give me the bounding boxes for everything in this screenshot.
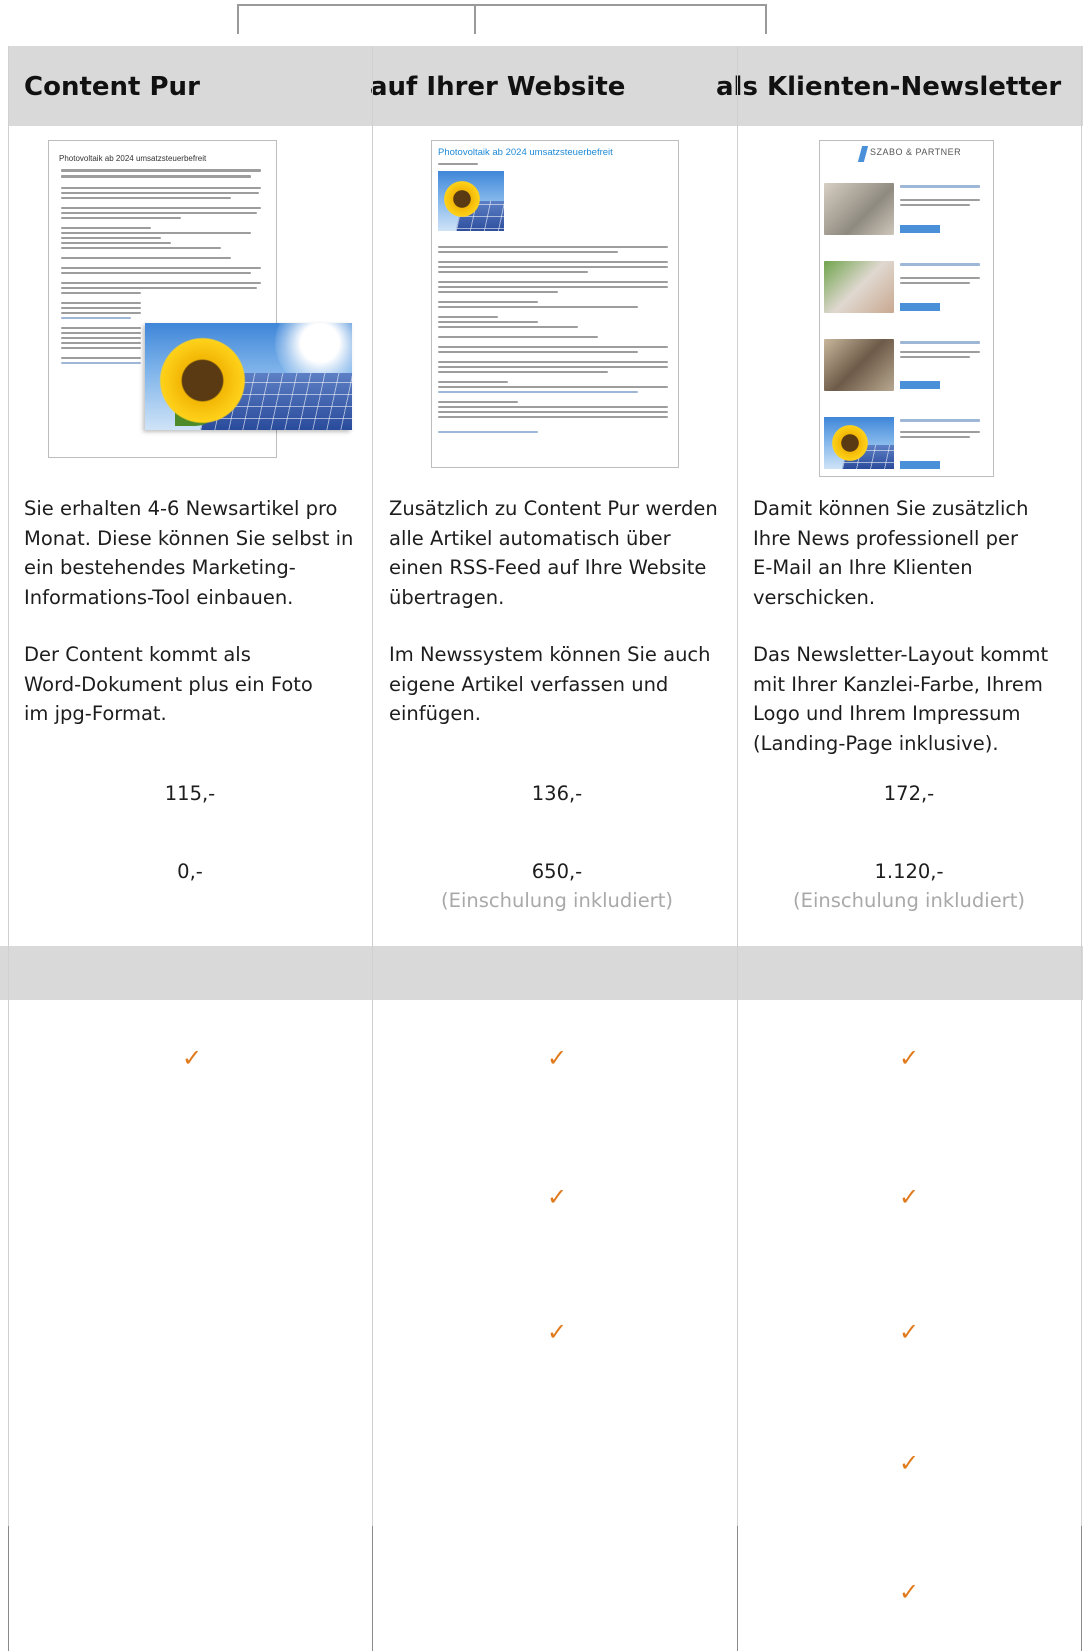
check-icon: ✓ (898, 1449, 920, 1477)
connector-top (237, 4, 767, 6)
column-title-website: auf Ihrer Website (370, 72, 626, 102)
brand-logo: SZABO & PARTNER (870, 147, 962, 157)
monthly-price: 115,- (164, 782, 216, 805)
description-line: mit Ihrer Kanzlei-Farbe, Ihrem (753, 672, 1043, 696)
monthly-price: 136,- (531, 782, 583, 805)
connector-left (237, 4, 239, 34)
description-line: Ihre News professionell per (753, 526, 1018, 550)
description-line: Sie erhalten 4-6 Newsartikel pro (24, 497, 338, 520)
check-icon: ✓ (546, 1183, 568, 1211)
website-preview: Photovoltaik ab 2024 umsatzsteuerbefreit (431, 140, 679, 468)
description-content-pur: Sie erhalten 4-6 Newsartikel pro Monat. … (24, 494, 354, 612)
description-line: verschicken. (753, 585, 876, 609)
connector-mid (474, 4, 476, 34)
connector-right (765, 4, 767, 34)
description-line: Der Content kommt als (24, 643, 251, 666)
description-line: Das Newsletter-Layout kommt (753, 643, 1049, 666)
setup-note: (Einschulung inkludiert) (793, 889, 1025, 912)
setup-price: 1.120,- (874, 860, 944, 883)
check-icon: ✓ (181, 1044, 203, 1072)
description-line: Word-Dokument plus ein Foto (24, 672, 313, 696)
description-line: eigene Artikel verfassen und (389, 672, 669, 696)
sunflower-solar-photo (145, 323, 352, 430)
description-line: Damit können Sie zusätzlich (753, 497, 1029, 520)
description-line: ein bestehendes Marketing- (24, 556, 296, 579)
check-icon: ✓ (898, 1578, 920, 1606)
check-icon: ✓ (546, 1318, 568, 1346)
preview-title: Photovoltaik ab 2024 umsatzsteuerbefreit (438, 147, 613, 158)
description-line: Informations-Tool einbauen. (24, 585, 294, 609)
description-line: einfügen. (389, 702, 481, 725)
description-line: Zusätzlich zu Content Pur werden (389, 497, 718, 520)
column-title-newsletter: als Klienten-Newsletter (716, 72, 1062, 102)
description-line: Logo und Ihrem Impressum (753, 702, 1021, 725)
column-divider-lower (8, 1526, 9, 1651)
description-line: (Landing-Page inklusive). (753, 731, 999, 755)
preview-title: Photovoltaik ab 2024 umsatzsteuerbefreit (59, 154, 207, 163)
description-line: E-Mail an Ihre Klienten (753, 556, 973, 579)
column-divider-lower (1081, 1526, 1082, 1651)
column-divider-lower (372, 1526, 373, 1651)
setup-price: 650,- (531, 860, 583, 883)
check-icon: ✓ (898, 1044, 920, 1072)
setup-price: 0,- (177, 860, 203, 883)
column-divider (1081, 46, 1082, 1526)
description-line: übertragen. (389, 585, 505, 609)
column-divider (372, 46, 373, 1526)
check-icon: ✓ (898, 1318, 920, 1346)
description-line: alle Artikel automatisch über (389, 526, 671, 550)
description-newsletter: Damit können Sie zusätzlich Ihre News pr… (753, 494, 1083, 612)
description-line: Im Newssystem können Sie auch (389, 643, 711, 666)
description-content-pur-format: Der Content kommt als Word-Dokument plus… (24, 640, 354, 729)
description-newsletter-layout: Das Newsletter-Layout kommt mit Ihrer Ka… (753, 640, 1083, 758)
description-website: Zusätzlich zu Content Pur werden alle Ar… (389, 494, 719, 612)
check-icon: ✓ (546, 1044, 568, 1072)
description-line: einen RSS-Feed auf Ihre Website (389, 556, 707, 579)
setup-note: (Einschulung inkludiert) (441, 889, 673, 912)
section-divider-band (0, 946, 1083, 1000)
column-divider (8, 46, 9, 1526)
description-line: im jpg-Format. (24, 702, 167, 725)
check-icon: ✓ (898, 1183, 920, 1211)
column-divider-lower (737, 1526, 738, 1651)
newsletter-preview: SZABO & PARTNER (819, 140, 994, 477)
description-line: Monat. Diese können Sie selbst in (24, 526, 354, 550)
description-website-system: Im Newssystem können Sie auch eigene Art… (389, 640, 719, 729)
column-title-content-pur: Content Pur (24, 72, 200, 102)
column-divider (737, 46, 738, 1526)
monthly-price: 172,- (883, 782, 935, 805)
